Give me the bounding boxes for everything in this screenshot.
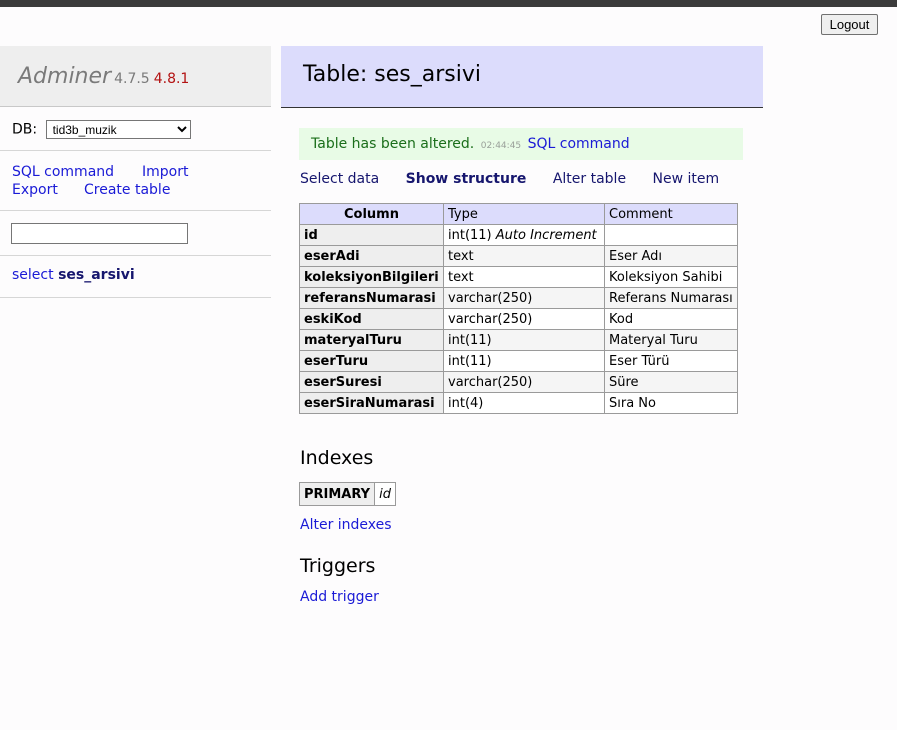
- column-type: varchar(250): [448, 311, 533, 327]
- table-row: eskiKod varchar(250) Kod: [299, 308, 738, 330]
- comment-header: Comment: [604, 203, 738, 225]
- table-nav: Select data Show structure Alter table N…: [300, 171, 741, 187]
- alter-table-link[interactable]: Alter table: [553, 171, 626, 187]
- create-table-link[interactable]: Create table: [84, 181, 170, 199]
- column-name-cell: eserSuresi: [299, 371, 444, 393]
- column-type: text: [448, 248, 474, 264]
- column-type-cell: varchar(250): [443, 287, 605, 309]
- column-type-cell: int(11): [443, 329, 605, 351]
- column-type-cell: varchar(250): [443, 371, 605, 393]
- triggers-heading: Triggers: [300, 555, 376, 577]
- index-row: PRIMARY id: [298, 482, 396, 506]
- sql-command-link[interactable]: SQL command: [12, 163, 142, 181]
- column-type: int(11): [448, 353, 492, 369]
- table-row: eserTuru int(11) Eser Türü: [299, 350, 738, 372]
- db-select[interactable]: tid3b_muzik: [45, 120, 191, 139]
- indexes-heading: Indexes: [300, 447, 374, 469]
- index-column: id: [374, 482, 396, 506]
- table-name-link[interactable]: ses_arsivi: [58, 267, 135, 283]
- column-name-cell: id: [299, 224, 444, 246]
- column-type-cell: int(11): [443, 350, 605, 372]
- column-header: Column: [299, 203, 444, 225]
- column-name-cell: materyalTuru: [299, 329, 444, 351]
- column-comment-cell: Kod: [604, 308, 738, 330]
- structure-table: Column Type Comment id int(11) Auto Incre…: [299, 203, 738, 414]
- column-type: int(4): [448, 395, 484, 411]
- column-type: int(11): [448, 332, 492, 348]
- new-item-link[interactable]: New item: [653, 171, 720, 187]
- column-type-cell: text: [443, 266, 605, 288]
- version-label: 4.7.5: [114, 71, 150, 87]
- column-type-cell: int(11) Auto Increment: [443, 224, 605, 246]
- table-row: materyalTuru int(11) Materyal Turu: [299, 329, 738, 351]
- add-trigger-link[interactable]: Add trigger: [300, 589, 379, 605]
- column-name-cell: eserAdi: [299, 245, 444, 267]
- show-structure-link[interactable]: Show structure: [406, 171, 527, 187]
- table-header-row: Column Type Comment: [299, 203, 738, 225]
- db-selector-row: DB: tid3b_muzik: [0, 107, 271, 151]
- message-text: Table has been altered.: [311, 136, 475, 152]
- page-title: Table: ses_arsivi: [281, 46, 763, 108]
- column-comment-cell: Eser Adı: [604, 245, 738, 267]
- column-type-cell: int(4): [443, 392, 605, 414]
- column-extra: Auto Increment: [495, 227, 597, 243]
- table-search-row: [0, 211, 271, 256]
- export-link[interactable]: Export: [12, 181, 84, 199]
- column-comment-cell: [604, 224, 738, 246]
- column-name-cell: referansNumarasi: [299, 287, 444, 309]
- logout-button[interactable]: Logout: [821, 14, 878, 35]
- table-row: koleksiyonBilgileri text Koleksiyon Sahibi: [299, 266, 738, 288]
- column-name-cell: koleksiyonBilgileri: [299, 266, 444, 288]
- table-list: select ses_arsivi: [0, 256, 271, 298]
- table-row: referansNumarasi varchar(250) Referans Num…: [299, 287, 738, 309]
- column-name-cell: eskiKod: [299, 308, 444, 330]
- indexes-table: PRIMARY id: [298, 482, 396, 506]
- adminer-brand: Adminer 4.7.5 4.8.1: [0, 46, 271, 107]
- index-type: PRIMARY: [298, 482, 376, 506]
- table-row: eserSuresi varchar(250) Süre: [299, 371, 738, 393]
- column-comment-cell: Koleksiyon Sahibi: [604, 266, 738, 288]
- table-row: eserAdi text Eser Adı: [299, 245, 738, 267]
- db-label: DB:: [12, 121, 38, 138]
- import-link[interactable]: Import: [142, 163, 188, 181]
- column-comment-cell: Referans Numarası: [604, 287, 738, 309]
- column-type: varchar(250): [448, 290, 533, 306]
- app-name-link[interactable]: Adminer: [18, 64, 111, 89]
- column-type-cell: text: [443, 245, 605, 267]
- column-type: varchar(250): [448, 374, 533, 390]
- alter-indexes-link[interactable]: Alter indexes: [300, 517, 392, 533]
- type-header: Type: [443, 203, 605, 225]
- select-data-link[interactable]: Select data: [300, 171, 379, 187]
- column-comment-cell: Sıra No: [604, 392, 738, 414]
- success-message: Table has been altered. 02:44:45 SQL com…: [299, 128, 743, 160]
- column-name-cell: eserSiraNumarasi: [299, 392, 444, 414]
- column-comment-cell: Süre: [604, 371, 738, 393]
- sidebar-links: SQL command Import Export Create table: [0, 151, 271, 211]
- column-comment-cell: Eser Türü: [604, 350, 738, 372]
- column-comment-cell: Materyal Turu: [604, 329, 738, 351]
- column-type: text: [448, 269, 474, 285]
- select-table-link[interactable]: select: [12, 267, 54, 283]
- new-version-link[interactable]: 4.8.1: [154, 71, 190, 87]
- column-name-cell: eserTuru: [299, 350, 444, 372]
- table-row: eserSiraNumarasi int(4) Sıra No: [299, 392, 738, 414]
- message-sql-command-link[interactable]: SQL command: [528, 136, 630, 152]
- message-time: 02:44:45: [480, 141, 522, 151]
- table-row: id int(11) Auto Increment: [299, 224, 738, 246]
- column-type: int(11): [448, 227, 492, 243]
- column-type-cell: varchar(250): [443, 308, 605, 330]
- top-bar: [0, 0, 897, 7]
- table-search-input[interactable]: [11, 223, 188, 244]
